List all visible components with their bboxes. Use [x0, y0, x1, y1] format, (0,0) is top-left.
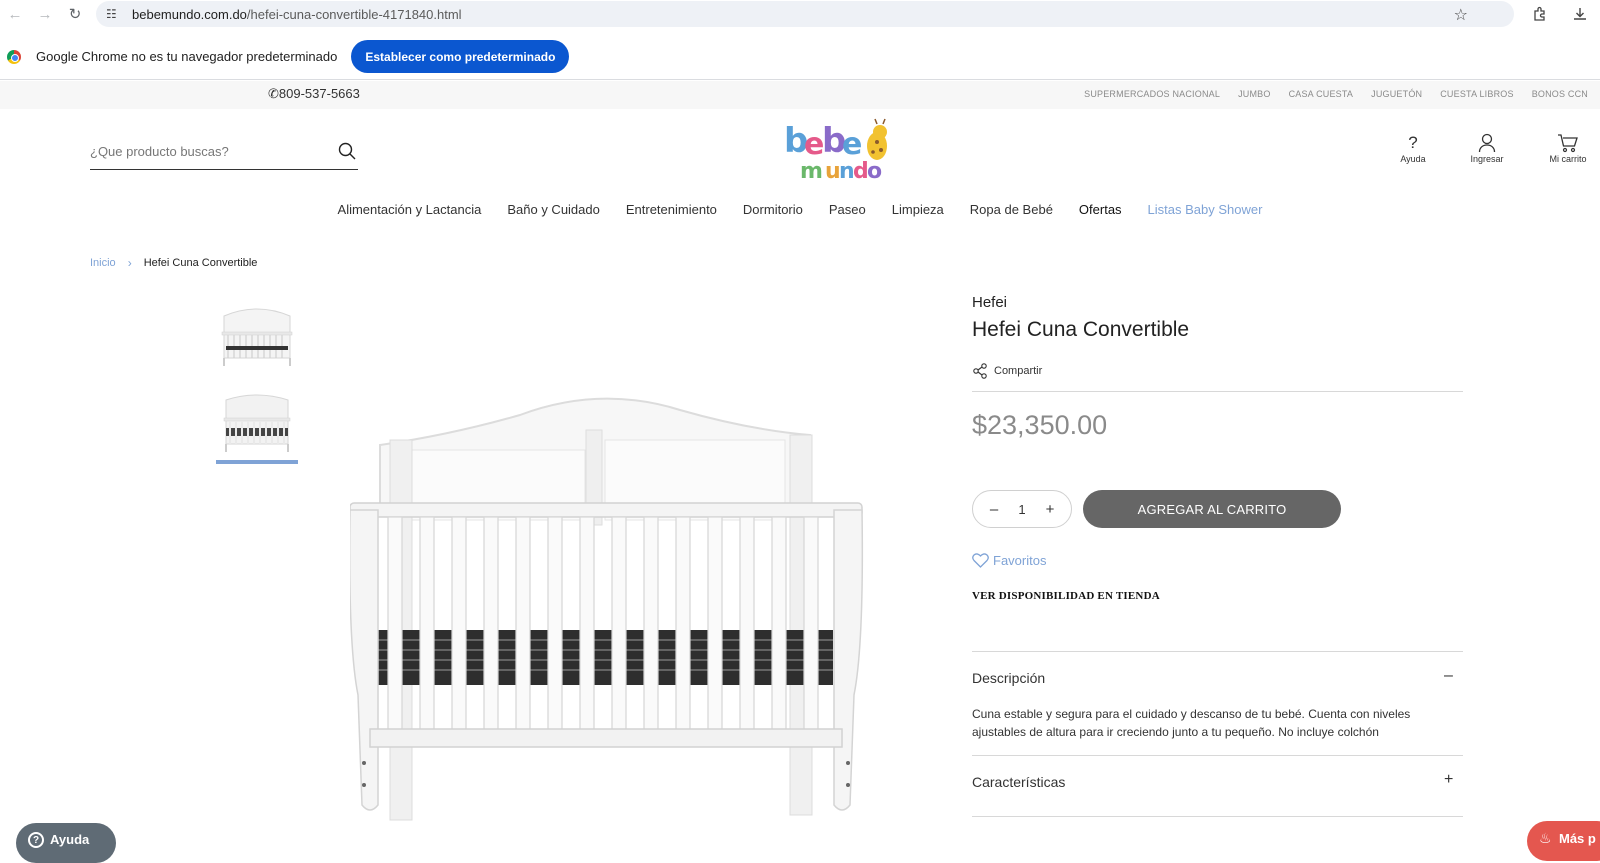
- share-button[interactable]: Compartir: [972, 363, 1042, 379]
- product-title: Hefei Cuna Convertible: [972, 318, 1190, 341]
- product-brand[interactable]: Hefei: [972, 294, 1007, 311]
- back-icon[interactable]: ←: [0, 0, 30, 28]
- set-default-button[interactable]: Establecer como predeterminado: [351, 40, 570, 73]
- qty-increase-button[interactable]: +: [1043, 501, 1057, 518]
- partner-links: SUPERMERCADOS NACIONAL JUMBO CASA CUESTA…: [1084, 89, 1588, 99]
- product-thumbnail-2[interactable]: [216, 388, 298, 464]
- partner-link[interactable]: JUGUETÓN: [1371, 89, 1422, 99]
- divider: [972, 391, 1463, 392]
- divider: [972, 651, 1463, 652]
- question-icon: ?: [28, 832, 44, 848]
- nav-item-alimentacion[interactable]: Alimentación y Lactancia: [325, 202, 495, 217]
- address-bar[interactable]: ☷ bebemundo.com.do/hefei-cuna-convertibl…: [96, 1, 1514, 27]
- divider: [972, 755, 1463, 756]
- site-settings-icon[interactable]: ☷: [106, 7, 122, 21]
- description-accordion-title[interactable]: Descripción: [972, 670, 1045, 686]
- collapse-icon[interactable]: –: [1444, 667, 1453, 685]
- add-to-cart-button[interactable]: AGREGAR AL CARRITO: [1083, 490, 1341, 528]
- help-link[interactable]: ? Ayuda: [1383, 132, 1443, 164]
- promo-widget-label: Más p: [1559, 831, 1596, 846]
- cart-link[interactable]: Mi carrito: [1538, 132, 1598, 164]
- nav-item-ropa[interactable]: Ropa de Bebé: [957, 202, 1066, 217]
- svg-text:m: m: [800, 159, 823, 184]
- qty-decrease-button[interactable]: –: [987, 501, 1001, 518]
- description-text: Cuna estable y segura para el cuidado y …: [972, 707, 1411, 739]
- help-icon: ?: [1408, 133, 1418, 152]
- quantity-stepper: – 1 +: [972, 490, 1072, 528]
- category-nav: Alimentación y Lactancia Baño y Cuidado …: [0, 202, 1600, 217]
- product-main-image[interactable]: [348, 395, 878, 835]
- nav-item-paseo[interactable]: Paseo: [816, 202, 879, 217]
- partner-link[interactable]: BONOS CCN: [1532, 89, 1588, 99]
- help-widget-label: Ayuda: [50, 832, 90, 847]
- nav-item-ofertas[interactable]: Ofertas: [1066, 202, 1135, 217]
- nav-item-baby-shower[interactable]: Listas Baby Shower: [1135, 202, 1276, 217]
- chrome-logo-icon: [7, 49, 21, 64]
- url-host: bebemundo.com.do: [132, 6, 247, 22]
- cart-label: Mi carrito: [1549, 154, 1587, 164]
- product-thumbnail-1[interactable]: [216, 302, 298, 370]
- url-path: /hefei-cuna-convertible-4171840.html: [246, 6, 462, 22]
- phone-icon: ✆: [268, 86, 279, 101]
- login-link[interactable]: Ingresar: [1457, 132, 1517, 164]
- infobar-message: Google Chrome no es tu navegador predete…: [36, 49, 338, 64]
- promo-widget-button[interactable]: ♨ Más p: [1527, 821, 1600, 861]
- nav-item-dormitorio[interactable]: Dormitorio: [730, 202, 816, 217]
- breadcrumb-home[interactable]: Inicio: [90, 257, 116, 269]
- search-box: [90, 138, 358, 170]
- nav-item-bano[interactable]: Baño y Cuidado: [494, 202, 613, 217]
- heart-icon: [972, 553, 989, 568]
- user-icon: [1457, 132, 1517, 154]
- chevron-right-icon: ›: [127, 256, 132, 270]
- cart-icon: [1538, 132, 1598, 154]
- bebemundo-logo[interactable]: b e b e m u n d o: [782, 118, 894, 184]
- partner-link[interactable]: SUPERMERCADOS NACIONAL: [1084, 89, 1220, 99]
- favorites-button[interactable]: Favoritos: [972, 553, 1046, 568]
- login-label: Ingresar: [1470, 154, 1504, 164]
- default-browser-infobar: Google Chrome no es tu navegador predete…: [0, 34, 1600, 80]
- nav-item-limpieza[interactable]: Limpieza: [879, 202, 957, 217]
- share-icon: [973, 363, 987, 379]
- help-widget-button[interactable]: ? Ayuda: [16, 823, 116, 863]
- partner-link[interactable]: CUESTA LIBROS: [1440, 89, 1513, 99]
- reload-icon[interactable]: ↻: [60, 0, 90, 28]
- favorites-label: Favoritos: [993, 553, 1047, 568]
- nav-item-entretenimiento[interactable]: Entretenimiento: [613, 202, 730, 217]
- search-input[interactable]: [90, 138, 320, 159]
- divider: [972, 816, 1463, 817]
- expand-icon[interactable]: +: [1444, 771, 1453, 789]
- bookmark-star-icon[interactable]: ☆: [1454, 5, 1468, 25]
- breadcrumb: Inicio › Hefei Cuna Convertible: [90, 256, 257, 270]
- search-icon[interactable]: [338, 142, 356, 160]
- phone-number[interactable]: ✆809-537-5663: [268, 86, 360, 102]
- fire-icon: ♨: [1539, 830, 1552, 846]
- phone-text: 809-537-5663: [278, 86, 360, 101]
- partner-link[interactable]: CASA CUESTA: [1289, 89, 1354, 99]
- extensions-icon[interactable]: [1520, 0, 1560, 28]
- help-label: Ayuda: [1400, 154, 1426, 164]
- svg-text:o: o: [867, 159, 882, 184]
- breadcrumb-current: Hefei Cuna Convertible: [143, 257, 258, 269]
- product-price: $23,350.00: [972, 410, 1108, 440]
- features-accordion-title[interactable]: Características: [972, 774, 1065, 790]
- forward-icon[interactable]: →: [30, 0, 60, 28]
- share-label: Compartir: [994, 365, 1043, 377]
- store-availability-link[interactable]: VER DISPONIBILIDAD EN TIENDA: [972, 590, 1160, 602]
- partner-link[interactable]: JUMBO: [1238, 89, 1271, 99]
- svg-text:e: e: [842, 127, 862, 162]
- top-strip: ✆809-537-5663 SUPERMERCADOS NACIONAL JUM…: [0, 81, 1600, 109]
- download-icon[interactable]: [1560, 0, 1600, 28]
- qty-value[interactable]: 1: [1018, 502, 1025, 517]
